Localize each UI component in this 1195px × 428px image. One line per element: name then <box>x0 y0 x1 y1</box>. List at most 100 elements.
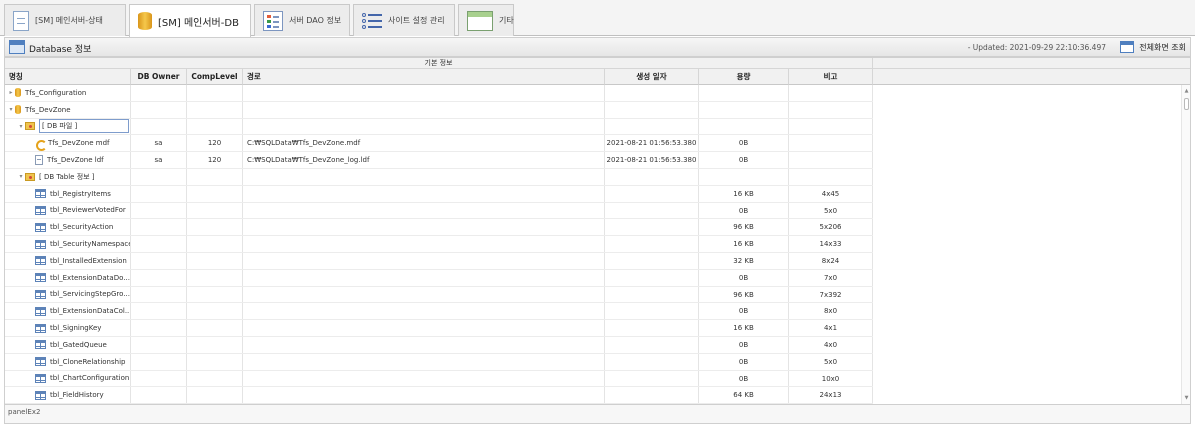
cell-owner <box>131 320 187 336</box>
tab-label: 서버 DAO 정보 <box>289 16 342 25</box>
cell-path <box>243 185 605 202</box>
fullscreen-button[interactable]: 전체화면 조회 <box>1120 39 1186 55</box>
table-row[interactable]: tbl_SecurityNamespace 16 KB 14x33 <box>5 236 873 253</box>
cell-size: 16 KB <box>699 236 789 252</box>
table-icon <box>35 373 46 383</box>
row-name-label: [ DB 파일 ] <box>39 119 129 134</box>
column-header-note[interactable]: 비고 <box>789 69 873 85</box>
cell-created <box>605 168 699 185</box>
cell-size: 0B <box>699 152 789 168</box>
table-row[interactable]: tbl_SecurityAction 96 KB 5x206 <box>5 219 873 237</box>
data-file-icon <box>35 139 47 151</box>
database-icon <box>138 12 152 30</box>
expand-toggle-icon[interactable]: ▾ <box>17 119 25 135</box>
table-row[interactable]: tbl_ExtensionDataDo... 0B 7x0 <box>5 269 873 287</box>
cell-comp <box>187 118 243 135</box>
table-icon <box>35 357 46 367</box>
cell-created <box>605 118 699 135</box>
cell-path <box>243 387 605 404</box>
tab-main-server-status[interactable]: [SM] 메인서버-상태 <box>4 4 126 36</box>
table-row[interactable]: ▾ [ DB 파일 ] <box>5 118 873 136</box>
cell-name: tbl_SecurityAction <box>5 219 131 236</box>
column-header-complevel[interactable]: CompLevel <box>187 69 243 85</box>
cell-comp <box>187 236 243 252</box>
fullscreen-icon <box>1120 41 1135 53</box>
table-row[interactable]: tbl_ExtensionDataCol... 0B 8x0 <box>5 303 873 321</box>
cell-owner <box>131 353 187 370</box>
cell-owner <box>131 286 187 303</box>
table-row[interactable]: tbl_FieldHistory 64 KB 24x13 <box>5 387 873 404</box>
cell-owner <box>131 303 187 320</box>
cell-size: 0B <box>699 303 789 320</box>
cell-size: 0B <box>699 202 789 219</box>
settings-list-icon <box>362 12 382 29</box>
tab-server-dao-info[interactable]: 서버 DAO 정보 <box>254 4 350 36</box>
tree-node: ▾ [ DB 파일 ] <box>17 119 130 135</box>
table-row[interactable]: ▾ [ DB Table 정보 ] <box>5 168 873 186</box>
cell-owner: sa <box>131 135 187 152</box>
table-row[interactable]: tbl_ReviewerVotedFor 0B 5x0 <box>5 202 873 220</box>
expand-toggle-icon[interactable]: ▸ <box>7 85 15 101</box>
cell-created <box>605 303 699 320</box>
table-row[interactable]: tbl_InstalledExtension 32 KB 8x24 <box>5 252 873 270</box>
cell-note <box>789 101 873 118</box>
cell-path <box>243 320 605 336</box>
cell-note: 4x0 <box>789 336 873 353</box>
table-row[interactable]: tbl_SigningKey 16 KB 4x1 <box>5 320 873 337</box>
row-name-label: tbl_SecurityAction <box>50 223 114 232</box>
column-header-owner[interactable]: DB Owner <box>131 69 187 85</box>
expand-toggle-icon[interactable]: ▾ <box>7 102 15 118</box>
tree-node: ▾ Tfs_DevZone <box>7 102 130 118</box>
cell-path <box>243 336 605 353</box>
vertical-scrollbar[interactable]: ▲ ▼ <box>1181 85 1190 404</box>
cell-comp: 120 <box>187 152 243 168</box>
column-header-size[interactable]: 용량 <box>699 69 789 85</box>
cell-created <box>605 85 699 101</box>
table-row[interactable]: tbl_CloneRelationship 0B 5x0 <box>5 353 873 371</box>
cell-note <box>789 118 873 135</box>
cell-created <box>605 252 699 269</box>
scroll-up-icon[interactable]: ▲ <box>1182 87 1190 95</box>
tree-node: tbl_SecurityAction <box>27 219 130 235</box>
tab-site-settings[interactable]: 사이트 설정 관리 <box>353 4 455 36</box>
cell-size: 0B <box>699 135 789 152</box>
tab-main-server-db[interactable]: [SM] 메인서버-DB <box>129 4 251 37</box>
table-row[interactable]: Tfs_DevZone ldf sa 120 C:₩SQLData₩Tfs_DevZo… <box>5 152 873 169</box>
cell-comp <box>187 269 243 286</box>
cell-path <box>243 219 605 236</box>
scroll-thumb[interactable] <box>1184 98 1189 110</box>
table-row[interactable]: ▾ Tfs_DevZone <box>5 101 873 119</box>
cell-owner <box>131 202 187 219</box>
cell-name: tbl_ServicingStepGro... <box>5 286 131 303</box>
tree-node: tbl_InstalledExtension <box>27 253 130 269</box>
cell-size: 96 KB <box>699 286 789 303</box>
cell-comp <box>187 101 243 118</box>
cell-created <box>605 202 699 219</box>
cell-name: ▾ Tfs_DevZone <box>5 101 131 118</box>
table-row[interactable]: tbl_ChartConfiguration 0B 10x0 <box>5 370 873 388</box>
cell-name: tbl_ExtensionDataCol... <box>5 303 131 320</box>
table-icon <box>35 222 46 232</box>
database-icon <box>15 88 21 98</box>
cell-path <box>243 353 605 370</box>
table-row[interactable]: tbl_GatedQueue 0B 4x0 <box>5 336 873 354</box>
column-header-name[interactable]: 명칭 <box>5 69 131 85</box>
tab-label: [SM] 메인서버-상태 <box>35 16 103 25</box>
expand-toggle-icon[interactable]: ▾ <box>17 169 25 185</box>
table-row[interactable]: Tfs_DevZone mdf sa 120 C:₩SQLData₩Tfs_DevZo… <box>5 135 873 153</box>
cell-comp <box>187 168 243 185</box>
cell-owner <box>131 101 187 118</box>
tab-etc[interactable]: 기타 <box>458 4 514 36</box>
row-name-label: Tfs_DevZone mdf <box>48 139 110 148</box>
table-row[interactable]: tbl_ServicingStepGro... 96 KB 7x392 <box>5 286 873 304</box>
table-row[interactable]: tbl_RegistryItems 16 KB 4x45 <box>5 185 873 203</box>
scroll-down-icon[interactable]: ▼ <box>1182 394 1190 402</box>
column-header-created[interactable]: 생성 일자 <box>605 69 699 85</box>
column-header-path[interactable]: 경로 <box>243 69 605 85</box>
document-icon <box>13 10 29 31</box>
row-name-label: tbl_ExtensionDataCol... <box>50 307 131 316</box>
table-row[interactable]: ▸ Tfs_Configuration <box>5 85 873 102</box>
cell-comp <box>187 320 243 336</box>
cell-size: 32 KB <box>699 252 789 269</box>
cell-owner <box>131 269 187 286</box>
